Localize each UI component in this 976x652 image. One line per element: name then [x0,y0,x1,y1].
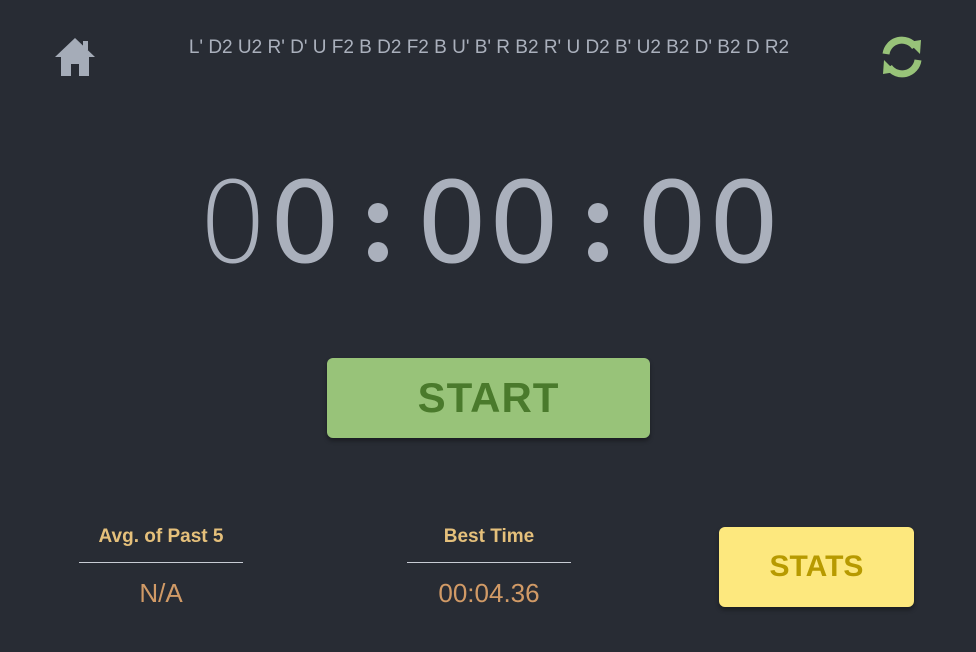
timer-digit: 0 [416,160,487,280]
refresh-icon [882,36,922,78]
stats-button[interactable]: STATS [719,527,914,607]
start-button[interactable]: START [327,358,650,438]
best-time-stat: Best Time 00:04.36 [407,526,571,608]
timer-digit: 0 [269,160,340,280]
best-time-value: 00:04.36 [438,578,540,608]
timer-separator-dot [368,203,388,223]
timer-separator-dot [368,242,388,262]
best-time-label: Best Time [407,526,571,563]
home-icon [55,38,95,76]
avg-past-5-label: Avg. of Past 5 [79,526,243,563]
scramble-text: L' D2 U2 R' D' U F2 B D2 F2 B U' B' R B2… [188,37,790,58]
avg-past-5-value: N/A [139,578,183,608]
timer-digit: 0 [488,160,559,280]
timer-separator-dot [588,242,608,262]
timer-digit: 0 [636,160,707,280]
timer-digit: 0 [708,160,779,280]
avg-past-5-stat: Avg. of Past 5 N/A [79,526,243,608]
cube-timer-app: L' D2 U2 R' D' U F2 B D2 F2 B U' B' R B2… [0,0,976,652]
refresh-button[interactable] [878,33,926,81]
timer-digit: 0 [197,160,268,280]
timer-display: 0 0 0 0 0 0 [0,160,976,280]
timer-separator-dot [588,203,608,223]
home-button[interactable] [52,34,98,80]
